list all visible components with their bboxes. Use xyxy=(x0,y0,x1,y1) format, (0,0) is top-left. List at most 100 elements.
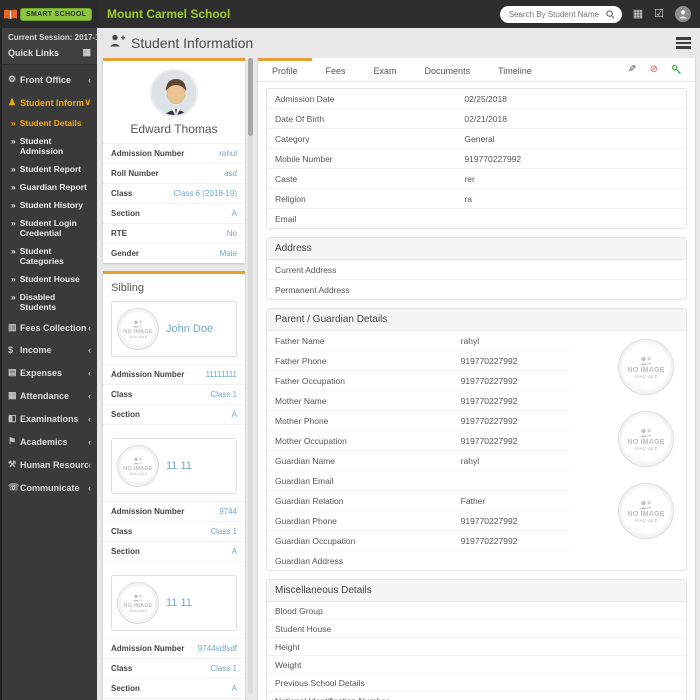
grid-icon[interactable]: ▦ xyxy=(82,47,91,58)
edit-icon[interactable]: ✎ xyxy=(628,64,636,75)
detail-row: Mother Phone 919770227992 xyxy=(267,411,569,431)
field-label: Class xyxy=(111,189,133,198)
student-field-row: Roll Number asd xyxy=(103,163,245,183)
detail-row: Weight xyxy=(267,656,686,674)
current-session: Current Session: 2017-18 xyxy=(8,33,105,42)
detail-row: Email xyxy=(275,213,297,224)
chevron-icon: ‹ xyxy=(88,436,91,447)
sidebar-item[interactable]: ▦ Attendance ‹ xyxy=(2,384,97,407)
detail-row: Blood Group xyxy=(267,602,686,620)
student-photo xyxy=(150,69,198,117)
user-avatar[interactable] xyxy=(675,6,691,22)
scrollbar[interactable] xyxy=(248,58,253,694)
sidebar-item[interactable]: ▤ Expenses ‹ xyxy=(2,361,97,384)
sibling-summary[interactable]: NO IMAGE AVAILABLE 11 11 xyxy=(111,575,237,631)
tasks-icon[interactable]: ☑ xyxy=(654,8,664,20)
student-detail-panel: Profile Fees Exam Documents Timeline ✎ ⊘ xyxy=(258,58,695,700)
chevron-icon: ∨ xyxy=(84,97,91,107)
top-header: SMART SCHOOL Mount Carmel School ▦ ☑ xyxy=(0,0,700,28)
human-resource-icon: ⚒ xyxy=(8,459,17,469)
detail-row: Religion ra xyxy=(267,189,686,209)
detail-row: Date Of Birth 02/21/2018 xyxy=(267,109,686,129)
sidebar-subitem[interactable]: » Student Admission xyxy=(2,132,97,160)
detail-row: Previous School Details xyxy=(267,674,686,692)
sidebar-item[interactable]: ⚒ Human Resource ‹ xyxy=(2,453,97,476)
student-information-icon: ♟ xyxy=(8,97,17,107)
attendance-icon: ▦ xyxy=(8,390,17,400)
mother-photo-placeholder: NO IMAGE AVAILABLE xyxy=(618,411,674,467)
tab[interactable]: Profile xyxy=(258,58,312,81)
quick-links[interactable]: Quick Links ▦ xyxy=(8,47,91,58)
address-section: Address Current Address Permanent Addres… xyxy=(266,237,687,300)
sibling-name[interactable]: 11 11 xyxy=(166,597,192,609)
sibling-field-row: Section A xyxy=(103,404,245,424)
academics-icon: ⚑ xyxy=(8,436,17,446)
page-title: Student Information xyxy=(131,35,254,51)
sibling-block: NO IMAGE AVAILABLE 11 11 Admission Numbe… xyxy=(103,575,245,700)
sidebar-subitem[interactable]: » Student House xyxy=(2,270,97,288)
no-image-placeholder: NO IMAGE AVAILABLE xyxy=(117,582,159,624)
father-photo-placeholder: NO IMAGE AVAILABLE xyxy=(618,339,674,395)
tab[interactable]: Fees xyxy=(312,58,360,81)
submenu-arrow-icon: » xyxy=(11,118,16,128)
disable-student-icon[interactable]: ⊘ xyxy=(650,64,658,75)
detail-row: Admission Date 02/25/2018 xyxy=(267,89,686,109)
sidebar-item[interactable]: $ Income ‹ xyxy=(2,339,97,361)
sidebar-subitem[interactable]: » Student Categories xyxy=(2,242,97,270)
tab[interactable]: Timeline xyxy=(484,58,546,81)
chevron-icon: ‹ xyxy=(88,74,91,85)
sibling-name[interactable]: John Doe xyxy=(166,323,213,335)
sidebar-subitem[interactable]: » Disabled Students xyxy=(2,288,97,316)
sidebar: Current Session: 2017-18 Quick Links ▦ ⚙… xyxy=(0,28,105,700)
parent-guardian-section: Parent / Guardian Details Father Name ra… xyxy=(266,308,687,571)
submenu-arrow-icon: » xyxy=(11,164,16,174)
app-logo[interactable]: SMART SCHOOL xyxy=(0,0,97,28)
field-label: RTE xyxy=(111,229,127,238)
sibling-name[interactable]: 11 11 xyxy=(166,460,192,472)
sibling-summary[interactable]: NO IMAGE AVAILABLE John Doe xyxy=(111,301,237,357)
sidebar-subitem[interactable]: » Guardian Report xyxy=(2,178,97,196)
sidebar-item[interactable]: ▥ Fees Collection ‹ xyxy=(2,316,97,339)
chevron-icon: ‹ xyxy=(88,390,91,401)
submenu-arrow-icon: » xyxy=(11,200,16,210)
sidebar-subitem[interactable]: » Student Login Credential xyxy=(2,214,97,242)
sidebar-subitem[interactable]: » Student History xyxy=(2,196,97,214)
chevron-icon: ‹ xyxy=(88,345,91,355)
submenu-arrow-icon: » xyxy=(11,292,16,302)
detail-row: Father Occupation 919770227992 xyxy=(267,371,569,391)
student-summary-card: Edward Thomas Admission Number rahul Rol… xyxy=(103,58,245,263)
sidebar-item[interactable]: ◧ Examinations ‹ xyxy=(2,407,97,430)
field-label: Admission Number xyxy=(111,149,185,158)
submenu-arrow-icon: » xyxy=(11,274,16,284)
sidebar-item[interactable]: ☏ Communicate ‹ xyxy=(2,476,97,499)
sidebar-subitem[interactable]: » Student Details xyxy=(2,114,97,132)
detail-row: Category General xyxy=(267,129,686,149)
menu-toggle-icon[interactable] xyxy=(674,33,693,53)
sidebar-subitem[interactable]: » Student Report xyxy=(2,160,97,178)
search-input[interactable] xyxy=(506,8,606,20)
chevron-icon: ‹ xyxy=(88,367,91,378)
detail-row: Father Name rahyl xyxy=(267,331,569,351)
student-field-row: Class Class 6 (2018-19) xyxy=(103,183,245,203)
tab[interactable]: Documents xyxy=(411,58,485,81)
detail-row: Guardian Occupation 919770227992 xyxy=(267,531,569,551)
tab[interactable]: Exam xyxy=(360,58,411,81)
miscellaneous-section: Miscellaneous Details Blood Group Studen… xyxy=(266,579,687,700)
sidebar-menu: ⚙ Front Office ‹ ♟ Student Information ∨… xyxy=(2,65,97,499)
calendar-icon[interactable]: ▦ xyxy=(633,8,643,20)
detail-row: Guardian Phone 919770227992 xyxy=(267,511,569,531)
sibling-card: Sibling NO IMAGE AVAILABLE John Doe Admi… xyxy=(103,271,245,700)
login-credential-key-icon[interactable] xyxy=(671,64,682,75)
detail-row: Current Address xyxy=(267,260,686,280)
search-icon[interactable] xyxy=(606,9,615,19)
sidebar-item[interactable]: ♟ Student Information ∨ xyxy=(2,91,97,114)
sidebar-item[interactable]: ⚙ Front Office ‹ xyxy=(2,68,97,91)
detail-row: Father Phone 919770227992 xyxy=(267,351,569,371)
sibling-summary[interactable]: NO IMAGE AVAILABLE 11 11 xyxy=(111,438,237,494)
sidebar-item[interactable]: ⚑ Academics ‹ xyxy=(2,430,97,453)
scrollbar-thumb[interactable] xyxy=(248,58,253,136)
divider xyxy=(103,561,245,575)
tab-bar: Profile Fees Exam Documents Timeline ✎ ⊘ xyxy=(258,58,695,82)
no-image-placeholder: NO IMAGE AVAILABLE xyxy=(117,308,159,350)
sibling-field-row: Section A xyxy=(103,678,245,698)
